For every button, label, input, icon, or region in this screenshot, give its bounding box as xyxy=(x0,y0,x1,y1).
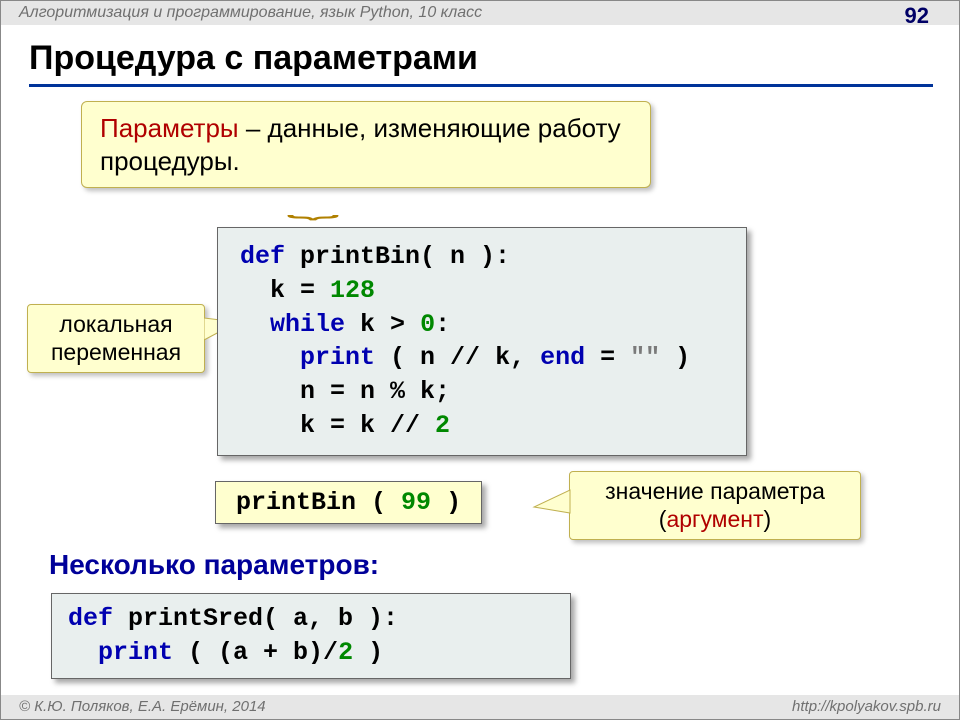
subheading: Несколько параметров: xyxy=(49,549,379,581)
code-print-sred: def printSred( a, b ): print ( (a + b)/2… xyxy=(51,593,571,679)
callout-arg-tail-icon xyxy=(532,487,572,519)
slide-footer: © К.Ю. Поляков, Е.А. Ерёмин, 2014 http:/… xyxy=(1,695,959,719)
callout-parameters-definition: Параметры – данные, изменяющие работу пр… xyxy=(81,101,651,188)
slide: Алгоритмизация и программирование, язык … xyxy=(0,0,960,720)
footer-copyright: © К.Ю. Поляков, Е.А. Ерёмин, 2014 xyxy=(19,698,266,715)
page-number: 92 xyxy=(905,3,929,29)
callout-argument: значение параметра (аргумент) xyxy=(569,471,861,540)
footer-link[interactable]: http://kpolyakov.spb.ru xyxy=(792,697,941,717)
slide-header: Алгоритмизация и программирование, язык … xyxy=(1,1,959,25)
callout-local-variable: локальная переменная xyxy=(27,304,205,373)
arg-label-line1: значение параметра xyxy=(584,478,846,506)
code-main: def printBin( n ): k = 128 while k > 0: … xyxy=(217,227,747,456)
local-var-text: локальная переменная xyxy=(51,311,181,365)
slide-title: Процедура с параметрами xyxy=(29,39,933,87)
callout-brace-icon: ⏟ xyxy=(287,192,340,219)
arg-label-line2: (аргумент) xyxy=(584,506,846,534)
term-parameters: Параметры xyxy=(100,113,239,143)
code-call-line: printBin ( 99 ) xyxy=(215,481,482,524)
